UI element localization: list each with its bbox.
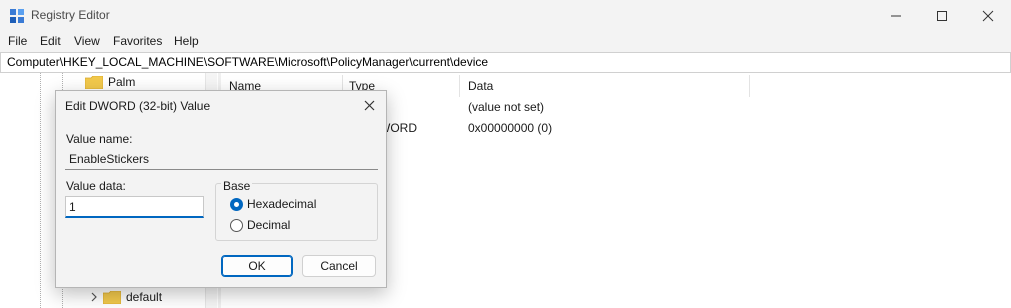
menu-file[interactable]: File <box>8 34 27 48</box>
column-separator[interactable] <box>749 75 750 97</box>
value-name-label: Value name: <box>66 132 133 146</box>
radio-button[interactable] <box>230 219 243 232</box>
cancel-button[interactable]: Cancel <box>302 255 376 277</box>
ok-button[interactable]: OK <box>221 255 293 277</box>
tree-item-default[interactable]: default <box>89 290 162 304</box>
dialog-close-button[interactable] <box>360 96 378 114</box>
folder-icon <box>85 75 103 89</box>
tree-guide-line <box>40 73 41 308</box>
window-title: Registry Editor <box>31 8 110 22</box>
close-icon <box>364 100 374 110</box>
close-button[interactable] <box>965 0 1011 32</box>
base-group-label: Base <box>221 179 253 193</box>
value-name-field: EnableStickers <box>65 148 378 170</box>
value-name-text: EnableStickers <box>69 152 150 166</box>
value-data-label: Value data: <box>66 179 126 193</box>
maximize-button[interactable] <box>919 0 965 32</box>
radio-decimal-label: Decimal <box>247 218 291 232</box>
minimize-button[interactable] <box>873 0 919 32</box>
column-header-data[interactable]: Data <box>468 79 493 93</box>
column-separator[interactable] <box>459 75 460 97</box>
chevron-right-icon <box>91 292 97 302</box>
menu-bar: File Edit View Favorites Help <box>0 32 1011 52</box>
menu-view[interactable]: View <box>74 34 100 48</box>
edit-dword-dialog: Edit DWORD (32-bit) Value Value name: En… <box>55 90 387 288</box>
value-data-input[interactable]: 1 <box>65 196 204 218</box>
radio-hexadecimal[interactable]: Hexadecimal <box>230 197 340 213</box>
menu-help[interactable]: Help <box>174 34 199 48</box>
tree-item-palm[interactable]: Palm <box>85 75 135 89</box>
folder-icon <box>103 290 121 304</box>
title-bar: Registry Editor <box>0 0 1011 32</box>
row-data: (value not set) <box>468 100 545 114</box>
close-icon <box>982 10 994 22</box>
dialog-title: Edit DWORD (32-bit) Value <box>65 99 211 113</box>
tree-item-label: Palm <box>108 75 136 89</box>
maximize-icon <box>937 11 947 21</box>
minimize-icon <box>891 15 901 17</box>
value-data-text: 1 <box>69 200 76 214</box>
radio-button-selected[interactable] <box>230 198 243 211</box>
radio-decimal[interactable]: Decimal <box>230 218 340 234</box>
menu-favorites[interactable]: Favorites <box>113 34 162 48</box>
tree-item-label: default <box>126 290 163 304</box>
row-data: 0x00000000 (0) <box>468 121 553 135</box>
address-bar[interactable]: Computer\HKEY_LOCAL_MACHINE\SOFTWARE\Mic… <box>0 52 1011 73</box>
menu-edit[interactable]: Edit <box>40 34 61 48</box>
radio-hexadecimal-label: Hexadecimal <box>247 197 317 211</box>
registry-editor-icon <box>10 9 24 23</box>
address-path: Computer\HKEY_LOCAL_MACHINE\SOFTWARE\Mic… <box>7 55 489 69</box>
